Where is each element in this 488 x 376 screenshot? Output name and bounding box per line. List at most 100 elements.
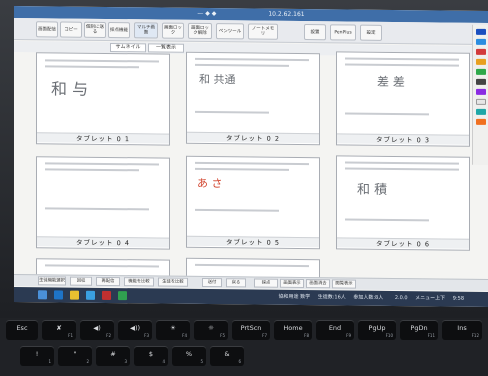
toolbar-button-screen-lock[interactable]: 画面ロック	[162, 22, 184, 39]
key-sub-label: F3	[144, 333, 149, 338]
key-sub-label: F7	[262, 333, 267, 338]
key-f2: ◀) F2	[80, 320, 114, 340]
key-label: PgUp	[368, 324, 386, 332]
view-display-button[interactable]: 閲覧表示	[332, 279, 356, 289]
compare-students-button[interactable]: 生徒を比較	[158, 277, 188, 287]
status-info: 協和用途 数学 生徒数:16人 参加人数:8人 2.0.0 メニュー上下 9:5…	[279, 293, 464, 302]
handwriting: 差 差	[377, 74, 405, 90]
key-sub-label: F9	[346, 333, 351, 338]
key-label: ☼	[208, 324, 214, 332]
handwriting: あ さ	[197, 176, 223, 191]
app-icon[interactable]	[102, 290, 111, 301]
eraser-icon[interactable]	[475, 98, 486, 105]
screen-clear-button[interactable]: 画面消去	[306, 279, 330, 289]
key-label: %	[185, 350, 193, 358]
compare-function-button[interactable]: 機能を比較	[124, 277, 154, 287]
key-sub-label: F4	[182, 333, 187, 338]
key-sub-label: F1	[68, 333, 73, 338]
toolbar-button-penplus[interactable]: PenPlus	[330, 24, 356, 41]
tablet-thumbnail-03[interactable]: 差 差 タブレット 0 3	[336, 51, 470, 147]
tablet-label: タブレット 0 3	[337, 133, 469, 145]
clock: 9:58	[452, 295, 464, 302]
app-icon[interactable]	[118, 291, 127, 301]
back-button[interactable]: 戻る	[226, 278, 246, 288]
question-line	[45, 162, 159, 166]
redistribute-button[interactable]: 再配信	[96, 276, 120, 287]
pen-color-icon[interactable]	[475, 58, 486, 65]
collect-button[interactable]: 回収	[70, 276, 92, 286]
pen-color-icon[interactable]	[475, 38, 486, 45]
key-label: Home	[283, 324, 303, 332]
key-sub-label: 3	[124, 359, 127, 364]
folder-icon[interactable]	[70, 290, 79, 300]
ie-icon[interactable]	[54, 290, 63, 300]
pen-color-icon[interactable]	[475, 88, 486, 95]
key-label: End	[328, 324, 342, 332]
key-sub-label: F8	[304, 333, 309, 338]
send-button[interactable]: 送付	[202, 277, 222, 288]
key-ins: Ins F12	[442, 320, 482, 340]
version-label: 2.0.0	[394, 294, 408, 302]
key-label: #	[110, 350, 116, 358]
question-line	[195, 57, 309, 62]
pen-color-icon[interactable]	[475, 28, 486, 35]
grade-button[interactable]: 採点	[254, 278, 278, 288]
toolbar-button-pen-tool[interactable]: ペンツール	[216, 23, 244, 40]
toolbar-button-settings[interactable]: 設定	[360, 24, 382, 41]
store-icon[interactable]	[86, 290, 95, 300]
menu-toggle[interactable]: メニュー上下	[415, 295, 445, 301]
key-esc: Esc	[6, 320, 38, 340]
tab-thumbnail[interactable]: サムネイル	[110, 43, 146, 53]
key-5: % 5	[172, 346, 206, 366]
tablet-thumbnail-05[interactable]: あ さ タブレット 0 5	[186, 155, 320, 250]
key-sub-label: F10	[385, 333, 393, 338]
tablet-label: タブレット 0 2	[187, 131, 319, 144]
student-count: 生徒数:16人	[317, 294, 346, 301]
key-label: !	[35, 350, 39, 358]
key-label: &	[224, 350, 230, 358]
key-sub-label: F11	[427, 333, 435, 338]
key-f1: ✘ F1	[42, 320, 76, 340]
pen-color-icon[interactable]	[475, 68, 486, 75]
tablet-thumbnail-04[interactable]: タブレット 0 4	[36, 156, 170, 250]
laptop-screen: — ◆ ◆ 10.2.62.161 画面配信 コピー 個別に送る 採点機能 マル…	[14, 6, 488, 307]
title-marker: — ◆ ◆	[197, 9, 217, 18]
toolbar-button-note-memory[interactable]: ノートメモリ	[248, 23, 278, 40]
toolbar-button-grading[interactable]: 採点機能	[108, 21, 130, 39]
pen-color-icon[interactable]	[475, 78, 486, 85]
toolbar-button-setup[interactable]: 設置	[304, 24, 326, 41]
question-line	[45, 264, 159, 268]
pen-color-icon[interactable]	[475, 118, 486, 125]
key-2: " 2	[58, 346, 92, 366]
question-line	[345, 218, 429, 222]
screen-display-button[interactable]: 画面表示	[280, 278, 304, 289]
join-count: 参加人数:8人	[353, 294, 384, 301]
key-f3: ◀)) F3	[118, 320, 152, 340]
key-pgup: PgUp F10	[358, 320, 396, 340]
key-sub-label: F2	[106, 333, 111, 338]
key-1: ! 1	[20, 346, 54, 366]
key-label: PgDn	[410, 324, 428, 332]
question-line	[345, 57, 459, 61]
student-function-button[interactable]: 生徒機能選択	[38, 276, 66, 286]
key-label: ✘	[56, 324, 62, 332]
toolbar-button-broadcast[interactable]: 画面配信	[36, 21, 58, 38]
start-icon[interactable]	[38, 290, 47, 300]
pen-color-icon[interactable]	[475, 48, 486, 55]
handwriting: 和 積	[357, 182, 388, 198]
key-sub-label: 2	[86, 359, 89, 364]
tab-list-view[interactable]: 一覧表示	[148, 43, 184, 53]
handwriting: 和 共通	[199, 72, 236, 87]
tablet-thumbnail-02[interactable]: 和 共通 タブレット 0 2	[186, 51, 320, 146]
key-label: $	[148, 350, 154, 358]
key-4: $ 4	[134, 346, 168, 366]
toolbar-button-copy[interactable]: コピー	[60, 21, 82, 38]
tablet-label: タブレット 0 6	[337, 237, 469, 249]
tablet-thumbnail-01[interactable]: 和 与 タブレット 0 1	[36, 52, 170, 146]
toolbar-button-screen-unlock[interactable]: 画面ロック解除	[188, 22, 212, 40]
toolbar-button-send-individually[interactable]: 個別に送る	[84, 21, 106, 38]
question-line	[195, 208, 279, 212]
toolbar-button-multi-screen[interactable]: マルチ画面	[134, 22, 158, 39]
pen-color-icon[interactable]	[475, 108, 486, 115]
tablet-thumbnail-06[interactable]: 和 積 タブレット 0 6	[336, 155, 470, 251]
